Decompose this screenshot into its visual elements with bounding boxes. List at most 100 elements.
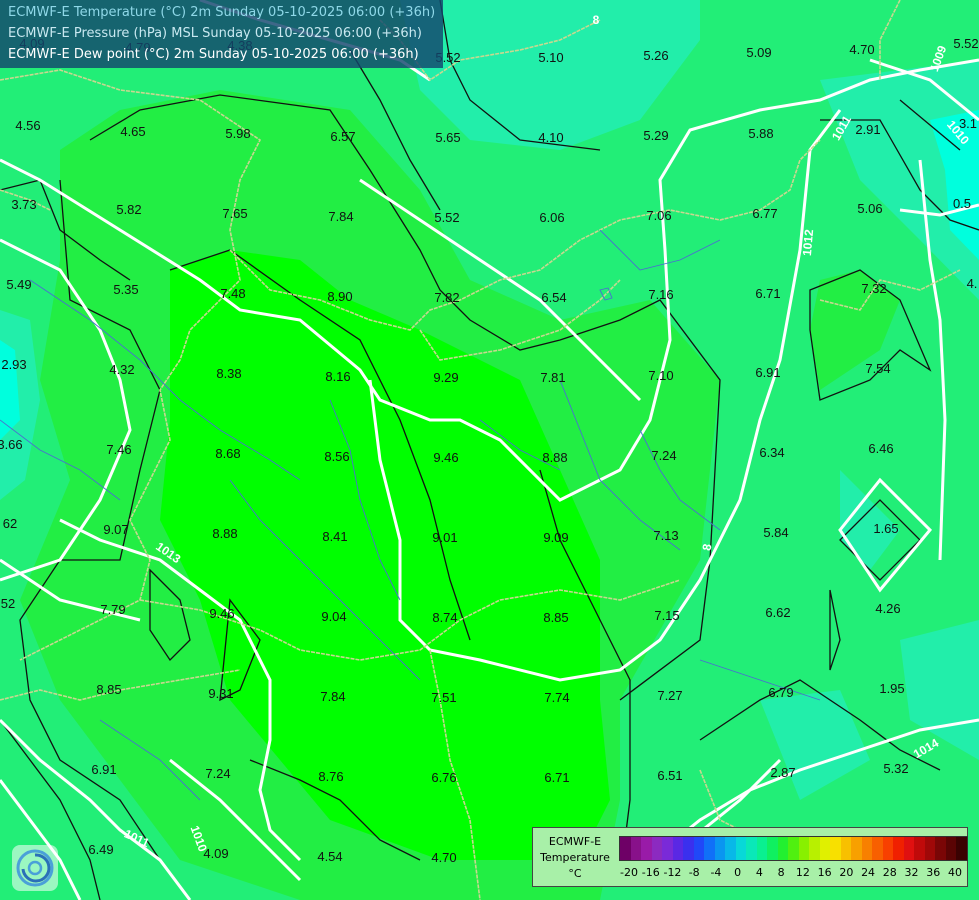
temperature-value-label: 8.88 — [212, 526, 237, 541]
temperature-value-label: 5.10 — [538, 50, 563, 65]
isobar-label: 1012 — [800, 228, 816, 256]
temperature-value-label: 8.41 — [322, 529, 347, 544]
legend-tick-label: -12 — [663, 866, 682, 879]
legend-color-swatch — [798, 837, 809, 860]
temperature-value-label: 8.56 — [324, 449, 349, 464]
temperature-value-label: 2.91 — [855, 122, 880, 137]
title-pressure: ECMWF-E Pressure (hPa) MSL Sunday 05-10-… — [8, 26, 422, 41]
temperature-value-label: 8.68 — [215, 446, 240, 461]
temperature-value-label: 9.01 — [432, 530, 457, 545]
legend-color-swatch — [872, 837, 883, 860]
legend-tick-label: -20 — [620, 866, 638, 879]
swirl-logo-icon — [16, 849, 54, 887]
temperature-value-label: 6.49 — [88, 842, 113, 857]
isobar-label: 8 — [593, 13, 600, 27]
temperature-value-label: 4.56 — [15, 118, 40, 133]
temperature-value-label: 7.10 — [648, 368, 673, 383]
temperature-value-label: 5.35 — [113, 282, 138, 297]
temperature-value-label: 62 — [3, 516, 17, 531]
temperature-value-label: 3.66 — [0, 437, 23, 452]
temperature-value-label: 6.51 — [657, 768, 682, 783]
temperature-value-label: 6.71 — [544, 770, 569, 785]
temperature-value-label: 4.65 — [120, 124, 145, 139]
temperature-value-label: 6.54 — [541, 290, 566, 305]
temperature-value-label: 1.95 — [879, 681, 904, 696]
legend-title-unit: °C — [568, 867, 582, 880]
temperature-value-label: 5.29 — [643, 128, 668, 143]
legend-color-swatch — [641, 837, 652, 860]
legend-color-swatch — [956, 837, 967, 860]
temperature-value-label: 4.26 — [875, 601, 900, 616]
temperature-value-label: 6.91 — [91, 762, 116, 777]
legend-title-variable: Temperature — [540, 851, 610, 864]
temperature-value-label: 4.70 — [431, 850, 456, 865]
temperature-value-label: 7.24 — [205, 766, 230, 781]
temperature-value-label: 5.32 — [883, 761, 908, 776]
temperature-value-label: 5.98 — [225, 126, 250, 141]
temperature-value-label: 8.90 — [327, 289, 352, 304]
temperature-value-label: 5.65 — [435, 130, 460, 145]
temperature-value-label: 7.13 — [653, 528, 678, 543]
temperature-value-label: 7.32 — [861, 281, 886, 296]
legend-color-swatch — [746, 837, 757, 860]
legend-color-swatch — [861, 837, 872, 860]
temperature-value-label: 4.54 — [317, 849, 342, 864]
temperature-value-label: 1.65 — [873, 521, 898, 536]
temperature-value-label: 8.38 — [216, 366, 241, 381]
temperature-value-label: 7.79 — [100, 602, 125, 617]
temperature-value-label: 4.09 — [203, 846, 228, 861]
legend-color-swatch — [651, 837, 662, 860]
legend-tick-label: 20 — [839, 866, 854, 879]
temperature-value-label: 7.74 — [544, 690, 569, 705]
legend-color-swatch — [788, 837, 799, 860]
title-temperature: ECMWF-E Temperature (°C) 2m Sunday 05-10… — [8, 5, 436, 20]
legend-color-swatch — [914, 837, 925, 860]
legend-color-swatch — [924, 837, 935, 860]
temperature-value-label: 0.5 — [953, 196, 971, 211]
temperature-value-label: 7.27 — [657, 688, 682, 703]
temperature-value-label: 52 — [1, 596, 15, 611]
legend-tick-label: 8 — [777, 866, 785, 879]
brand-logo — [12, 845, 58, 891]
legend-color-swatch — [903, 837, 914, 860]
legend-color-swatch — [819, 837, 830, 860]
temperature-value-label: 7.54 — [865, 361, 890, 376]
legend-tick-label: 28 — [882, 866, 897, 879]
legend-tick-label: -4 — [710, 866, 722, 879]
legend-color-swatch — [693, 837, 704, 860]
temperature-value-label: 5.09 — [746, 45, 771, 60]
temperature-value-label: 8.85 — [96, 682, 121, 697]
temperature-value-label: 8.16 — [325, 369, 350, 384]
legend-tick-label: 24 — [861, 866, 876, 879]
legend-ticks: -20 -16 -12 -8 -4 0 4 8 12 16 20 24 28 32 36 40 — [619, 866, 966, 880]
temperature-value-label: 6.76 — [431, 770, 456, 785]
temperature-value-label: 7.81 — [540, 370, 565, 385]
legend-color-swatch — [767, 837, 778, 860]
temperature-value-label: 4.70 — [849, 42, 874, 57]
legend-color-swatch — [683, 837, 694, 860]
legend-tick-label: 40 — [948, 866, 962, 879]
legend-color-swatch — [704, 837, 715, 860]
legend-title-model: ECMWF-E — [548, 835, 602, 848]
legend-tick-label: 36 — [926, 866, 941, 879]
temperature-value-label: 5.52 — [434, 210, 459, 225]
legend-tick-label: -8 — [688, 866, 700, 879]
temperature-value-label: 7.84 — [328, 209, 353, 224]
legend-color-swatch — [620, 837, 631, 860]
legend-title: ECMWF-E Temperature °C — [535, 834, 615, 882]
weather-map[interactable]: 1009101110101012101310141011101088 4.094… — [0, 0, 979, 900]
temperature-value-label: 6.06 — [539, 210, 564, 225]
temperature-value-label: 7.24 — [651, 448, 676, 463]
title-dewpoint: ECMWF-E Dew point (°C) 2m Sunday 05-10-2… — [8, 47, 419, 62]
legend-color-swatch — [830, 837, 841, 860]
temperature-value-label: 5.82 — [116, 202, 141, 217]
temperature-value-label: 6.62 — [765, 605, 790, 620]
legend-color-swatch — [630, 837, 641, 860]
temperature-value-label: 7.46 — [106, 442, 131, 457]
legend-color-swatch — [735, 837, 746, 860]
temperature-value-label: 5.84 — [763, 525, 788, 540]
legend-color-swatch — [935, 837, 946, 860]
temperature-value-label: 7.82 — [434, 290, 459, 305]
legend-color-swatch — [672, 837, 683, 860]
temperature-value-label: 9.46 — [209, 606, 234, 621]
